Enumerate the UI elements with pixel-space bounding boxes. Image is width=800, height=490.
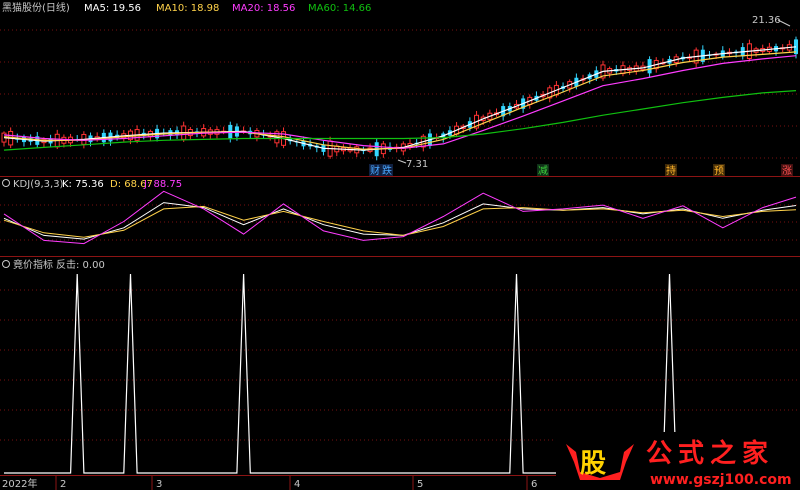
high-price-annotation: 21.36 bbox=[752, 15, 781, 26]
chart-background bbox=[0, 0, 800, 490]
x-tick-label: 3 bbox=[156, 479, 162, 490]
kdj-panel-title: KDJ(9,3,3) bbox=[13, 179, 64, 190]
k-value-label: K: 75.36 bbox=[62, 179, 104, 190]
site-watermark: 股 公式之家 www.gszj100.com bbox=[556, 432, 800, 490]
stock-chart: 黑猫股份(日线) MA5: 19.56 MA10: 18.98 MA20: 18… bbox=[0, 0, 800, 490]
j-value-label: J: 88.75 bbox=[143, 179, 182, 190]
watermark-url: www.gszj100.com bbox=[650, 472, 792, 488]
x-tick-label: 5 bbox=[417, 479, 423, 490]
ma5-label: MA5: 19.56 bbox=[84, 3, 141, 14]
event-marker[interactable]: 涨 bbox=[782, 165, 792, 177]
event-marker[interactable]: 财 bbox=[370, 164, 380, 177]
x-tick-label: 6 bbox=[531, 479, 537, 490]
event-marker[interactable]: 减 bbox=[538, 165, 548, 177]
signal-value-label: 反击: 0.00 bbox=[56, 259, 105, 271]
x-tick-label: 4 bbox=[294, 479, 300, 490]
signal-panel-title: 竟价指标 bbox=[13, 258, 53, 271]
signal-header-bg bbox=[0, 257, 800, 270]
event-marker[interactable]: 跌 bbox=[382, 164, 392, 177]
ma60-label: MA60: 14.66 bbox=[308, 3, 371, 14]
ma10-label: MA10: 18.98 bbox=[156, 3, 219, 14]
ma20-label: MA20: 18.56 bbox=[232, 3, 295, 14]
x-tick-label: 2022年 bbox=[2, 477, 37, 490]
event-marker[interactable]: 持 bbox=[666, 164, 676, 177]
x-tick-label: 2 bbox=[60, 479, 66, 490]
watermark-title: 公式之家 bbox=[646, 438, 774, 469]
low-price-annotation: 7.31 bbox=[406, 159, 428, 170]
logo-character: 股 bbox=[580, 449, 606, 479]
main-panel-title: 黑猫股份(日线) bbox=[2, 1, 70, 14]
event-marker[interactable]: 预 bbox=[714, 165, 724, 177]
